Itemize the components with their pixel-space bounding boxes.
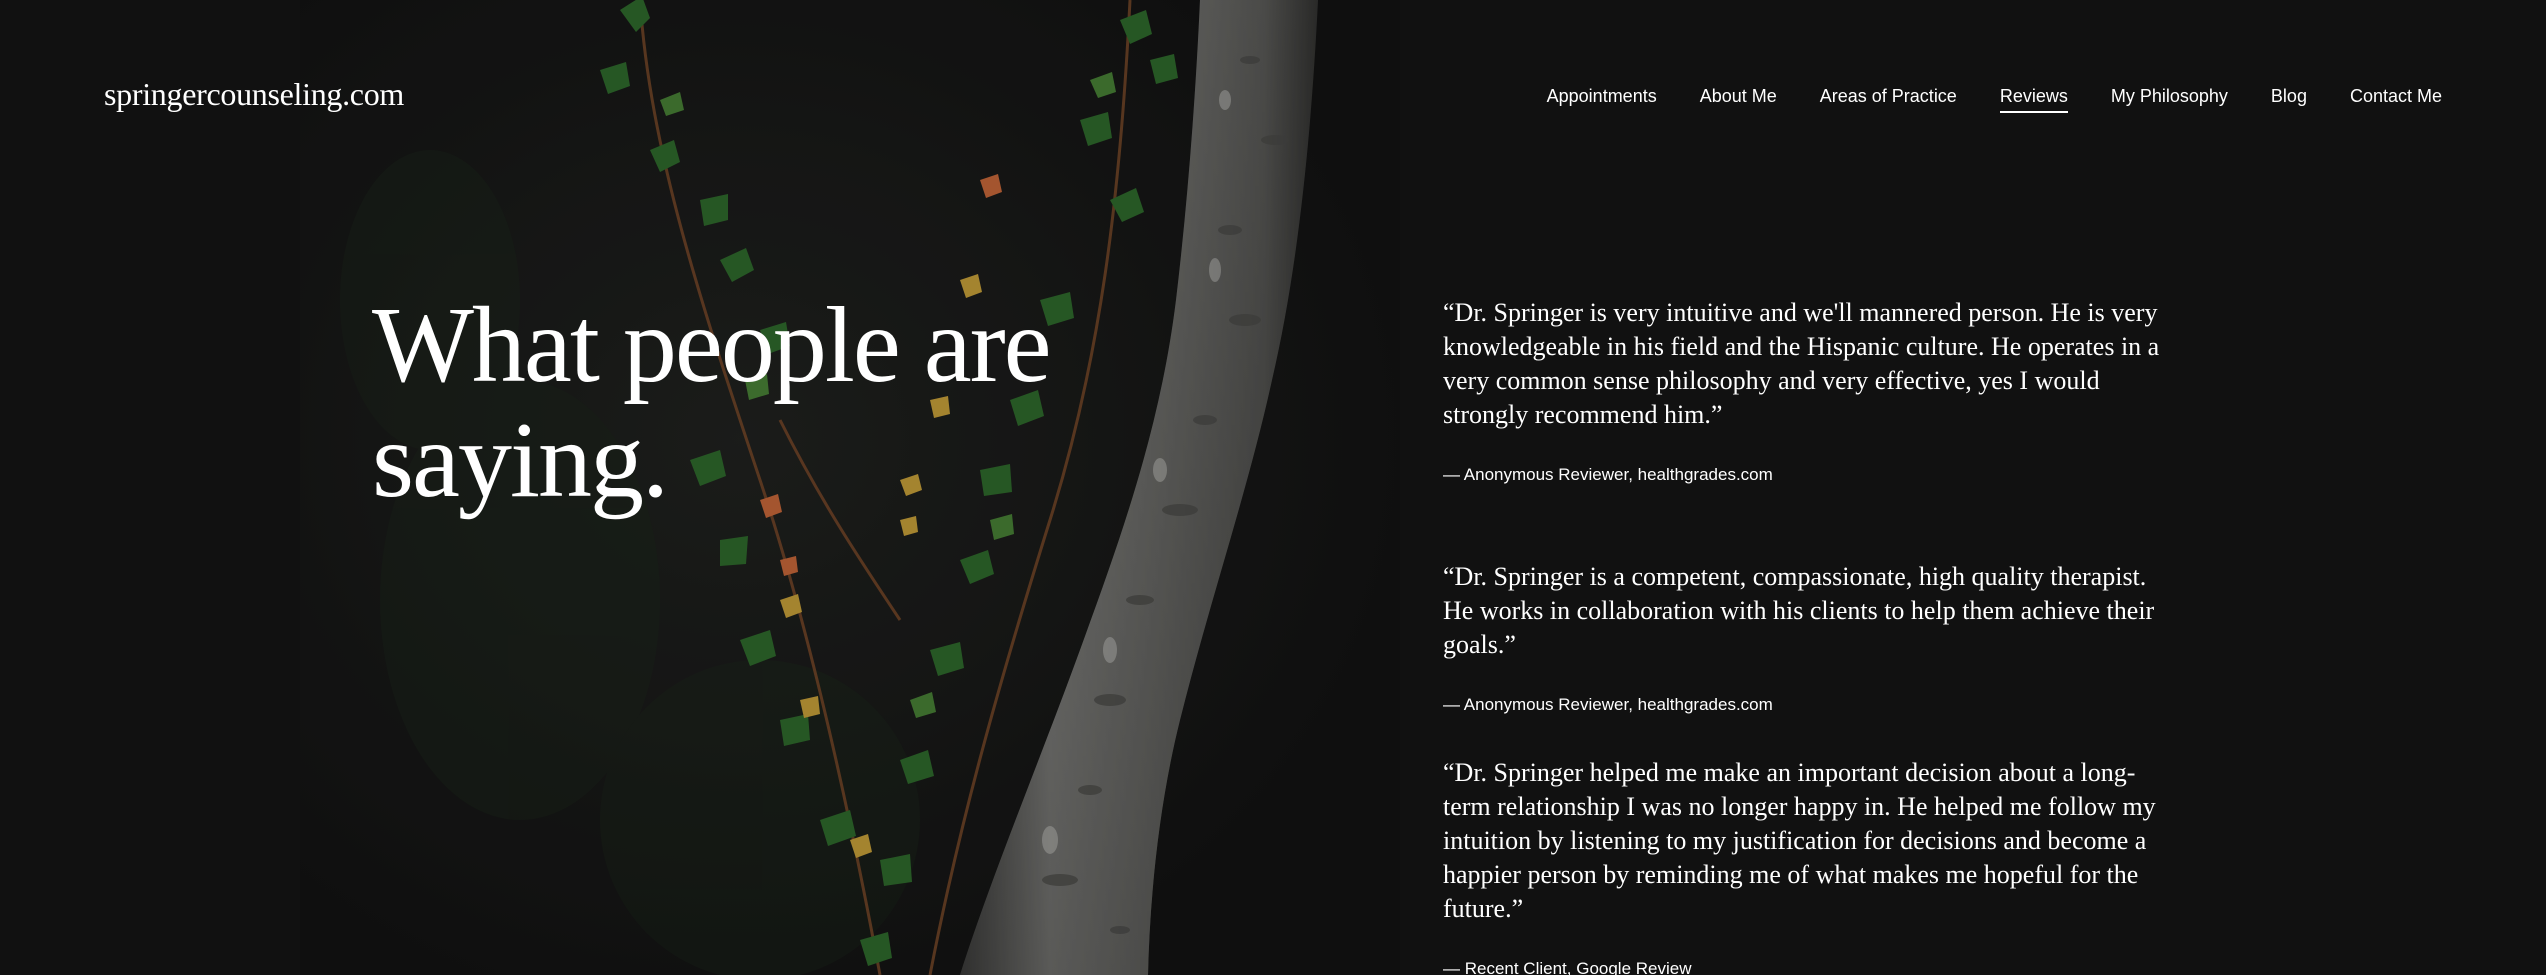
page: springercounseling.com Appointments Abou… (0, 0, 2546, 975)
site-title-link[interactable]: springercounseling.com (104, 76, 404, 113)
nav-item-areas-of-practice[interactable]: Areas of Practice (1820, 86, 1957, 113)
nav-item-about-me[interactable]: About Me (1700, 86, 1777, 113)
review-item: “Dr. Springer is very intuitive and we'l… (1443, 296, 2183, 486)
review-attribution: — Recent Client, Google Review (1443, 959, 1692, 975)
review-attribution: — Anonymous Reviewer, healthgrades.com (1443, 695, 1773, 714)
review-item: “Dr. Springer is a competent, compassion… (1443, 560, 2183, 716)
nav-item-my-philosophy[interactable]: My Philosophy (2111, 86, 2228, 113)
review-quote: “Dr. Springer is very intuitive and we'l… (1443, 298, 2160, 429)
review-attribution: — Anonymous Reviewer, healthgrades.com (1443, 465, 1773, 484)
page-headline: What people are saying. (372, 288, 1152, 518)
nav-item-contact-me[interactable]: Contact Me (2350, 86, 2442, 113)
nav-item-appointments[interactable]: Appointments (1547, 86, 1657, 113)
main-nav: Appointments About Me Areas of Practice … (1547, 86, 2442, 113)
nav-item-reviews[interactable]: Reviews (1999, 86, 2068, 113)
headline-line-2: saying. (372, 401, 669, 520)
headline-line-1: What people are (372, 286, 1052, 405)
review-quote: “Dr. Springer helped me make an importan… (1443, 758, 2156, 923)
review-quote: “Dr. Springer is a competent, compassion… (1443, 562, 2155, 659)
nav-item-blog[interactable]: Blog (2271, 86, 2307, 113)
reviews-list: “Dr. Springer is very intuitive and we'l… (1443, 296, 2183, 975)
review-item: “Dr. Springer helped me make an importan… (1443, 756, 2183, 975)
